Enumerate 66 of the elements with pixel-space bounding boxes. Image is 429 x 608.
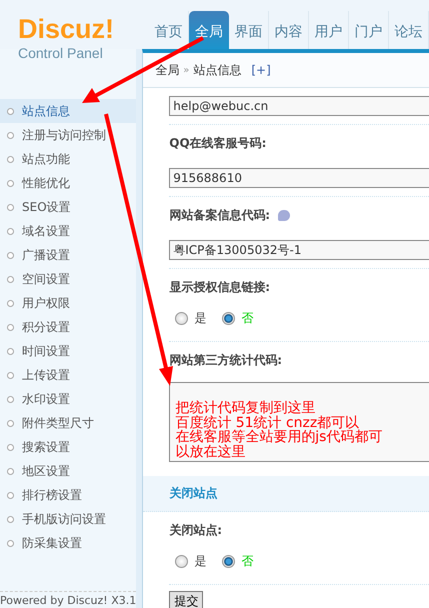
bullet-icon: [7, 228, 14, 234]
breadcrumb-item[interactable]: 站点信息: [193, 62, 242, 78]
radio-button[interactable]: [222, 312, 236, 325]
sidebar-item[interactable]: 时间设置: [0, 339, 136, 363]
sidebar-item[interactable]: 用户权限: [0, 291, 136, 315]
bullet-icon: [7, 420, 14, 426]
breadcrumb-item[interactable]: 全局: [155, 62, 180, 78]
bullet-icon: [7, 180, 14, 186]
radio-label: 是: [194, 310, 206, 327]
bullet-icon: [7, 396, 14, 402]
radio-button[interactable]: [222, 555, 236, 568]
bullet-icon: [7, 492, 14, 498]
field-label: 关闭站点:: [169, 522, 222, 538]
bullet-icon: [7, 204, 14, 210]
bullet-icon: [7, 516, 14, 522]
input-field[interactable]: help@webuc.cn: [169, 96, 429, 116]
sidebar-item[interactable]: 性能优化: [0, 171, 136, 195]
bullet-icon: [7, 444, 14, 450]
nav-tab[interactable]: 全局: [189, 11, 229, 49]
logo-title: Discuz!: [18, 16, 114, 42]
sidebar-item[interactable]: 积分设置: [0, 315, 136, 339]
field-label: QQ在线客服号码:: [169, 134, 266, 152]
submit-button[interactable]: 提交: [169, 591, 204, 608]
sidebar-item[interactable]: 站点功能: [0, 147, 136, 171]
bullet-icon: [7, 156, 14, 162]
text-area[interactable]: 把统计代码复制到这里 百度统计 51统计 cnzz都可以 在线客服等全站要用的js代码都可 以放在这里: [169, 382, 429, 462]
sidebar-item[interactable]: 空间设置: [0, 267, 136, 291]
field-label: 网站第三方统计代码:: [169, 352, 282, 368]
add-shortcut-link[interactable]: [+]: [251, 63, 271, 77]
sidebar-item[interactable]: 搜索设置: [0, 435, 136, 459]
sidebar-item[interactable]: 域名设置: [0, 219, 136, 243]
sidebar-item[interactable]: SEO设置: [0, 195, 136, 219]
radio-button[interactable]: [175, 555, 188, 568]
bullet-icon: [7, 348, 14, 354]
sidebar-item[interactable]: 排行榜设置: [0, 483, 136, 507]
sidebar-item[interactable]: 广播设置: [0, 243, 136, 267]
help-icon[interactable]: [278, 210, 290, 220]
logo-subtitle: Control Panel: [18, 45, 103, 61]
sidebar-item[interactable]: 附件类型尺寸: [0, 411, 136, 435]
bullet-icon: [7, 252, 14, 258]
sidebar-item[interactable]: 手机版访问设置: [0, 507, 136, 531]
bullet-icon: [7, 108, 14, 114]
input-field[interactable]: 915688610: [169, 168, 429, 188]
section-title: 关闭站点: [169, 485, 218, 502]
radio-button[interactable]: [175, 312, 188, 325]
radio-label: 否: [241, 310, 254, 327]
bullet-icon: [7, 372, 14, 378]
field-label: 显示授权信息链接:: [169, 278, 270, 296]
input-field[interactable]: 粤ICP备13005032号-1: [169, 240, 429, 260]
bullet-icon: [7, 540, 14, 546]
radio-label: 否: [241, 553, 254, 570]
field-label: 网站备案信息代码:: [169, 206, 270, 224]
bullet-icon: [7, 276, 14, 282]
bullet-icon: [7, 132, 14, 138]
radio-label: 是: [194, 553, 206, 570]
bullet-icon: [7, 300, 14, 306]
sidebar-item[interactable]: 上传设置: [0, 363, 136, 387]
bullet-icon: [7, 468, 14, 474]
sidebar-item[interactable]: 水印设置: [0, 387, 136, 411]
breadcrumb-separator: »: [183, 64, 190, 76]
sidebar-item[interactable]: 注册与访问控制: [0, 123, 136, 147]
bullet-icon: [7, 324, 14, 330]
sidebar-item[interactable]: 防采集设置: [0, 531, 136, 555]
sidebar-item[interactable]: 地区设置: [0, 459, 136, 483]
sidebar-item[interactable]: 站点信息: [0, 99, 136, 123]
footer-text: Powered by Discuz! X3.1: [0, 591, 136, 608]
